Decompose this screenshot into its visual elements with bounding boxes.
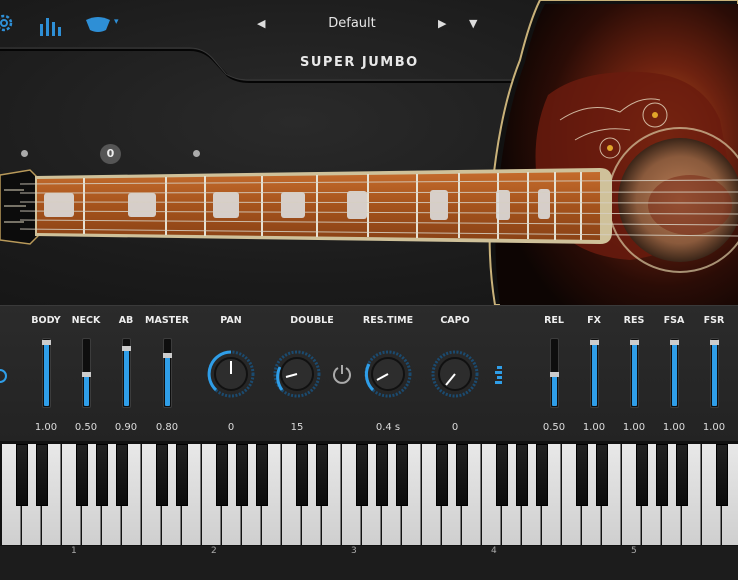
black-key[interactable] [76, 444, 88, 506]
slider-body[interactable] [42, 338, 51, 408]
black-key[interactable] [256, 444, 268, 506]
black-key[interactable] [576, 444, 588, 506]
chevron-down-icon[interactable]: ▾ [114, 17, 119, 27]
slider-label-fsr: FSR [703, 315, 725, 326]
bars-icon[interactable] [39, 14, 65, 40]
black-key[interactable] [636, 444, 648, 506]
left-edge-ring-icon[interactable] [0, 365, 8, 387]
black-key[interactable] [676, 444, 688, 506]
knob-value-restime: 0.4 s [375, 422, 401, 433]
black-key[interactable] [536, 444, 548, 506]
knob-label-restime: RES.TIME [362, 315, 414, 326]
slider-ab[interactable] [122, 338, 131, 408]
preset-name[interactable]: Default [290, 16, 414, 31]
string-selector-badge[interactable]: 0 [100, 144, 121, 164]
slider-rel[interactable] [550, 338, 559, 408]
gear-icon[interactable] [0, 12, 16, 38]
slider-label-master: MASTER [145, 315, 189, 326]
black-key[interactable] [436, 444, 448, 506]
black-key[interactable] [36, 444, 48, 506]
knob-label-double: DOUBLE [290, 315, 334, 326]
prev-arrow-icon[interactable]: ◀ [257, 17, 265, 30]
knob-restime[interactable] [363, 349, 413, 399]
black-key[interactable] [716, 444, 728, 506]
power-icon[interactable] [331, 363, 353, 385]
black-key[interactable] [396, 444, 408, 506]
black-key[interactable] [656, 444, 668, 506]
keyboard-footer [0, 546, 738, 580]
black-key[interactable] [516, 444, 528, 506]
knob-label-pan: PAN [220, 315, 242, 326]
slider-value-fsr: 1.00 [702, 422, 726, 433]
black-key[interactable] [116, 444, 128, 506]
black-key[interactable] [216, 444, 228, 506]
slider-master[interactable] [163, 338, 172, 408]
octave-label-1: 1 [71, 546, 77, 556]
guitar-display: ▾ ◀ Default ▶ ▼ SUPER JUMBO 0 [0, 0, 738, 305]
hand-icon[interactable] [493, 365, 503, 385]
black-key[interactable] [316, 444, 328, 506]
black-key[interactable] [296, 444, 308, 506]
black-key[interactable] [96, 444, 108, 506]
black-key[interactable] [456, 444, 468, 506]
knob-capo[interactable] [430, 349, 480, 399]
slider-value-master: 0.80 [155, 422, 179, 433]
black-key[interactable] [16, 444, 28, 506]
octave-label-4: 4 [491, 546, 497, 556]
slider-neck[interactable] [82, 338, 91, 408]
logo: SUPER JUMBO [300, 55, 419, 70]
black-key[interactable] [496, 444, 508, 506]
knob-double[interactable] [272, 349, 322, 399]
black-key[interactable] [356, 444, 368, 506]
octave-label-5: 5 [631, 546, 637, 556]
knob-pan[interactable] [206, 349, 256, 399]
string-dot-1[interactable] [21, 150, 28, 157]
octave-label-3: 3 [351, 546, 357, 556]
knob-label-capo: CAPO [440, 315, 470, 326]
knob-value-capo: 0 [451, 422, 459, 433]
slider-fsa[interactable] [670, 338, 679, 408]
octave-label-2: 2 [211, 546, 217, 556]
slider-res[interactable] [630, 338, 639, 408]
black-key[interactable] [376, 444, 388, 506]
piano-keyboard[interactable] [0, 441, 738, 546]
next-arrow-icon[interactable]: ▶ [438, 17, 446, 30]
knob-value-pan: 0 [227, 422, 235, 433]
knob-value-double: 15 [290, 422, 304, 433]
hat-icon[interactable] [84, 14, 112, 40]
black-key[interactable] [176, 444, 188, 506]
black-key[interactable] [236, 444, 248, 506]
string-dot-3[interactable] [193, 150, 200, 157]
dropdown-triangle-icon[interactable]: ▼ [469, 17, 477, 30]
slider-fsr[interactable] [710, 338, 719, 408]
black-key[interactable] [596, 444, 608, 506]
slider-fx[interactable] [590, 338, 599, 408]
black-key[interactable] [156, 444, 168, 506]
